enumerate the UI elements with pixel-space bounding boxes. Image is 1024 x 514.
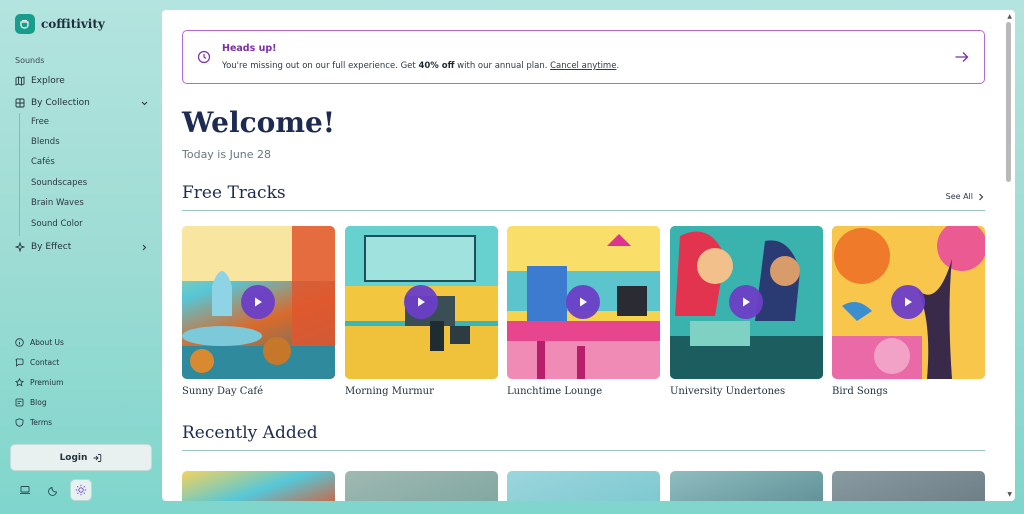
play-icon xyxy=(743,297,750,307)
track-title: Lunchtime Lounge xyxy=(507,386,603,397)
star-icon xyxy=(15,378,24,387)
sparkle-icon xyxy=(15,242,25,252)
login-button[interactable]: Login xyxy=(10,444,152,471)
footer-about-us[interactable]: About Us xyxy=(15,338,64,347)
shield-icon xyxy=(15,418,24,427)
sidebar-item-cafes[interactable]: Cafés xyxy=(31,157,55,167)
track-artwork xyxy=(182,226,335,379)
sidebar-item-label: Explore xyxy=(31,76,65,86)
brand-name: coffitivity xyxy=(41,17,105,31)
scroll-down-arrow[interactable]: ▼ xyxy=(1007,491,1012,498)
play-button[interactable] xyxy=(566,285,600,319)
sidebar-item-soundscapes[interactable]: Soundscapes xyxy=(31,178,87,188)
sun-icon xyxy=(75,484,87,496)
banner-title: Heads up! xyxy=(222,43,277,54)
sidebar-item-blends[interactable]: Blends xyxy=(31,137,60,147)
chevron-down-icon xyxy=(141,101,148,105)
recent-track-artwork[interactable] xyxy=(182,471,335,501)
track-title: University Undertones xyxy=(670,386,786,397)
login-label: Login xyxy=(59,452,88,463)
info-icon xyxy=(15,338,24,347)
play-icon xyxy=(580,297,587,307)
see-all-link[interactable]: See All xyxy=(946,192,985,201)
scrollbar-thumb[interactable] xyxy=(1006,22,1011,182)
discount-text: 40% off xyxy=(418,61,455,71)
sidebar-item-brain-waves[interactable]: Brain Waves xyxy=(31,198,84,208)
sidebar-item-by-effect[interactable]: By Effect xyxy=(15,242,153,252)
recently-added-heading: Recently Added xyxy=(182,423,318,443)
footer-label: Terms xyxy=(30,418,53,427)
track-title: Sunny Day Café xyxy=(182,386,264,397)
collection-submenu: Free Blends Cafés Soundscapes Brain Wave… xyxy=(19,113,87,236)
light-mode-button[interactable] xyxy=(70,479,92,501)
footer-label: Premium xyxy=(30,378,64,387)
play-icon xyxy=(255,297,262,307)
sidebar-item-explore[interactable]: Explore xyxy=(15,76,153,86)
clock-icon xyxy=(197,50,211,64)
recent-track-artwork[interactable] xyxy=(345,471,498,501)
map-icon xyxy=(15,76,25,86)
play-button[interactable] xyxy=(729,285,763,319)
arrow-right-icon[interactable] xyxy=(954,50,970,64)
track-card[interactable]: Sunny Day Café xyxy=(182,226,335,397)
footer-contact[interactable]: Contact xyxy=(15,358,59,367)
footer-label: About Us xyxy=(30,338,64,347)
play-icon xyxy=(418,297,425,307)
footer-blog[interactable]: Blog xyxy=(15,398,47,407)
track-card[interactable]: Morning Murmur xyxy=(345,226,498,397)
laptop-mode-button[interactable] xyxy=(14,479,36,501)
sidebar-item-by-collection[interactable]: By Collection xyxy=(15,98,153,108)
play-button[interactable] xyxy=(404,285,438,319)
track-artwork xyxy=(670,226,823,379)
sidebar-item-free[interactable]: Free xyxy=(31,117,49,127)
section-divider xyxy=(182,450,985,451)
promo-banner[interactable]: Heads up! You're missing out on our full… xyxy=(182,30,985,84)
scroll-up-arrow[interactable]: ▲ xyxy=(1007,13,1012,20)
welcome-heading: Welcome! xyxy=(182,106,336,139)
coffee-cup-icon xyxy=(15,14,35,34)
track-title: Morning Murmur xyxy=(345,386,434,397)
sidebar-item-label: By Effect xyxy=(31,242,72,252)
play-button[interactable] xyxy=(891,285,925,319)
recent-track-artwork[interactable] xyxy=(507,471,660,501)
track-artwork xyxy=(345,226,498,379)
track-title: Bird Songs xyxy=(832,386,888,397)
cancel-anytime-link[interactable]: Cancel anytime xyxy=(550,61,616,71)
footer-label: Blog xyxy=(30,398,47,407)
footer-premium[interactable]: Premium xyxy=(15,378,63,387)
sounds-section-label: Sounds xyxy=(15,56,45,65)
main-content: Heads up! You're missing out on our full… xyxy=(162,10,1015,501)
login-icon xyxy=(93,453,102,462)
track-artwork xyxy=(507,226,660,379)
footer-terms[interactable]: Terms xyxy=(15,418,52,427)
laptop-icon xyxy=(20,486,30,494)
moon-icon xyxy=(47,486,57,496)
grid-icon xyxy=(15,98,25,108)
footer-label: Contact xyxy=(30,358,60,367)
track-artwork xyxy=(832,226,985,379)
see-all-label: See All xyxy=(945,192,973,201)
brand[interactable]: coffitivity xyxy=(15,14,105,34)
recent-track-artwork[interactable] xyxy=(832,471,985,501)
banner-text: You're missing out on our full experienc… xyxy=(222,61,620,71)
track-card[interactable]: Bird Songs xyxy=(832,226,985,397)
track-card[interactable]: Lunchtime Lounge xyxy=(507,226,660,397)
play-icon xyxy=(905,297,912,307)
chat-icon xyxy=(15,358,24,367)
blog-icon xyxy=(15,398,24,407)
sidebar: coffitivity Sounds Explore By Collection… xyxy=(0,0,162,514)
today-date: Today is June 28 xyxy=(182,148,272,161)
chevron-right-icon xyxy=(979,193,984,200)
dark-mode-button[interactable] xyxy=(42,479,64,501)
play-button[interactable] xyxy=(241,285,275,319)
track-card[interactable]: University Undertones xyxy=(670,226,823,397)
free-tracks-heading: Free Tracks xyxy=(182,183,286,203)
recent-track-artwork[interactable] xyxy=(670,471,823,501)
section-divider xyxy=(182,210,985,211)
sidebar-item-label: By Collection xyxy=(31,98,90,108)
chevron-right-icon xyxy=(142,244,147,250)
sidebar-item-sound-color[interactable]: Sound Color xyxy=(31,219,83,229)
